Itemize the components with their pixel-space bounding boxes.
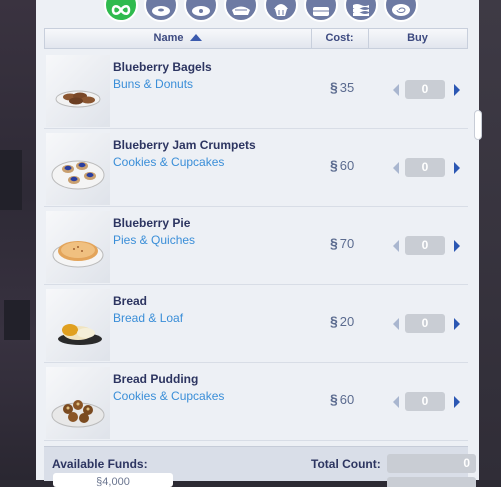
- item-list: Blueberry Bagels Buns & Donuts § 35 0 Blu…: [44, 50, 468, 443]
- category-all-button[interactable]: [104, 0, 138, 22]
- category-swirl-button[interactable]: [384, 0, 418, 22]
- decrease-quantity-button[interactable]: [393, 318, 399, 330]
- category-bagels-button[interactable]: [144, 0, 178, 22]
- sort-ascending-icon: [190, 33, 203, 41]
- item-category: Cookies & Cupcakes: [113, 155, 225, 169]
- scrollbar-thumb[interactable]: [474, 110, 482, 140]
- game-background-right: [479, 0, 501, 480]
- cost-column-header[interactable]: Cost:: [311, 29, 369, 48]
- increase-quantity-button[interactable]: [454, 240, 460, 252]
- bread-pudding-image-icon: [51, 400, 105, 428]
- list-item[interactable]: Bread Bread & Loaf § 20 0: [44, 286, 468, 363]
- layer-cake-icon: [353, 4, 369, 16]
- category-donuts-button[interactable]: [184, 0, 218, 22]
- increase-quantity-button[interactable]: [454, 84, 460, 96]
- category-pies-button[interactable]: [224, 0, 258, 22]
- simoleon-icon: §: [330, 235, 338, 251]
- item-thumbnail: [46, 289, 110, 361]
- total-count-value: 0: [387, 454, 476, 473]
- increase-quantity-button[interactable]: [454, 396, 460, 408]
- item-cost: § 20: [330, 313, 355, 329]
- simoleon-icon: §: [330, 391, 338, 407]
- item-thumbnail: [46, 133, 110, 205]
- list-scrollbar[interactable]: [474, 52, 482, 148]
- item-thumbnail: [46, 55, 110, 127]
- available-funds-value: §4,000: [53, 473, 173, 487]
- quantity-field[interactable]: 0: [405, 236, 445, 255]
- decrease-quantity-button[interactable]: [393, 396, 399, 408]
- category-cakes-button[interactable]: [304, 0, 338, 22]
- total-count-label: Total Count:: [311, 457, 381, 471]
- decrease-quantity-button[interactable]: [393, 240, 399, 252]
- simoleon-icon: §: [330, 313, 338, 329]
- item-cost: § 60: [330, 157, 355, 173]
- item-name: Blueberry Bagels: [113, 60, 212, 74]
- item-cost: § 60: [330, 391, 355, 407]
- category-layer-cakes-button[interactable]: [344, 0, 378, 22]
- category-bar: [104, 0, 424, 26]
- item-thumbnail: [46, 211, 110, 283]
- item-category: Bread & Loaf: [113, 311, 184, 325]
- bagel-icon: [152, 6, 170, 16]
- sort-by-name-button[interactable]: Name: [45, 29, 312, 48]
- total-cost-field: [387, 477, 476, 487]
- increase-quantity-button[interactable]: [454, 318, 460, 330]
- buy-column-header: Buy: [407, 32, 428, 44]
- item-cost: § 35: [330, 79, 355, 95]
- donut-icon: [192, 6, 210, 16]
- name-column-label: Name: [153, 32, 184, 44]
- quantity-field[interactable]: 0: [405, 392, 445, 411]
- item-cost: § 70: [330, 235, 355, 251]
- quantity-field[interactable]: 0: [405, 314, 445, 333]
- cake-icon: [313, 7, 329, 16]
- swirl-icon: [392, 4, 410, 16]
- crumpets-image-icon: [51, 160, 105, 190]
- item-name: Blueberry Pie: [113, 216, 191, 230]
- bakery-shop-panel: Name Cost: Buy Blueberry Bagels Buns & D…: [36, 0, 482, 487]
- purchase-footer: Available Funds: §4,000 Total Count: 0: [44, 446, 476, 487]
- item-name: Bread: [113, 294, 148, 308]
- bread-image-icon: [58, 324, 102, 345]
- item-category: Pies & Quiches: [113, 233, 196, 247]
- item-thumbnail: [46, 367, 110, 439]
- infinity-icon: [111, 4, 131, 16]
- decrease-quantity-button[interactable]: [393, 162, 399, 174]
- increase-quantity-button[interactable]: [454, 162, 460, 174]
- simoleon-icon: §: [330, 157, 338, 173]
- bagels-image-icon: [55, 90, 101, 108]
- item-name: Blueberry Jam Crumpets: [113, 138, 256, 152]
- item-name: Bread Pudding: [113, 372, 199, 386]
- list-header: Name Cost: Buy: [44, 28, 468, 49]
- pie-icon: [232, 6, 250, 15]
- item-category: Cookies & Cupcakes: [113, 389, 225, 403]
- category-cupcakes-button[interactable]: [264, 0, 298, 22]
- cupcake-icon: [274, 4, 288, 16]
- game-background-left: [0, 0, 36, 480]
- list-item[interactable]: Blueberry Bagels Buns & Donuts § 35 0: [44, 52, 468, 129]
- quantity-field[interactable]: 0: [405, 158, 445, 177]
- list-item[interactable]: Blueberry Pie Pies & Quiches § 70 0: [44, 208, 468, 285]
- item-category: Buns & Donuts: [113, 77, 194, 91]
- list-item[interactable]: Blueberry Jam Crumpets Cookies & Cupcake…: [44, 130, 468, 207]
- available-funds-label: Available Funds:: [52, 457, 148, 471]
- quantity-field[interactable]: 0: [405, 80, 445, 99]
- list-item[interactable]: Bread Pudding Cookies & Cupcakes § 60 0: [44, 364, 468, 441]
- pie-image-icon: [52, 241, 104, 268]
- decrease-quantity-button[interactable]: [393, 84, 399, 96]
- simoleon-icon: §: [330, 79, 338, 95]
